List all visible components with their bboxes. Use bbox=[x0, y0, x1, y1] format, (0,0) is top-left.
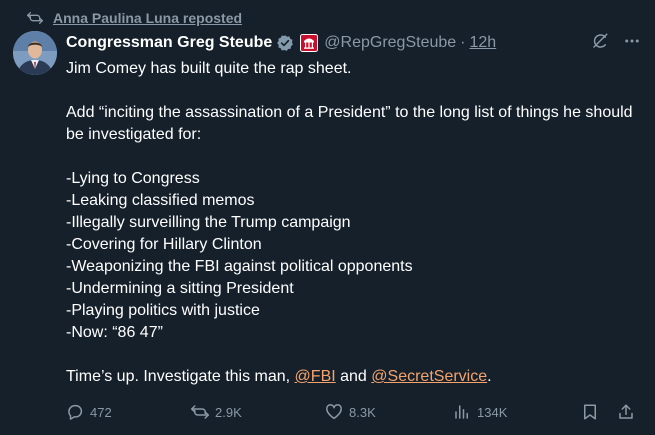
tweet-header: Congressman Greg Steube @RepGregSteube ·… bbox=[66, 32, 641, 54]
author-handle[interactable]: @RepGregSteube bbox=[324, 34, 456, 52]
repost-count: 2.9K bbox=[215, 404, 242, 420]
tweet-list-item: -Undermining a sitting President bbox=[66, 280, 294, 297]
tweet-list-item: -Illegally surveilling the Trump campaig… bbox=[66, 214, 351, 231]
bookmark-icon bbox=[581, 403, 599, 421]
author-display-name[interactable]: Congressman Greg Steube bbox=[66, 34, 272, 52]
repost-text[interactable]: Anna Paulina Luna reposted bbox=[53, 10, 242, 26]
closing-text: . bbox=[487, 368, 492, 385]
verified-badge-icon[interactable] bbox=[276, 34, 294, 52]
views-count: 134K bbox=[477, 404, 508, 420]
affiliation-badge-icon[interactable] bbox=[300, 34, 319, 52]
tweet-list-item: -Playing politics with justice bbox=[66, 302, 260, 319]
tweet-line-intro: Jim Comey has built quite the rap sheet. bbox=[66, 60, 352, 77]
tweet-line-closing: Time’s up. Investigate this man, @FBI an… bbox=[66, 366, 641, 388]
tweet-list-item: -Weaponizing the FBI against political o… bbox=[66, 258, 413, 275]
repost-button[interactable]: 2.9K bbox=[191, 401, 242, 423]
reply-count: 472 bbox=[90, 404, 112, 420]
tweet-text: Jim Comey has built quite the rap sheet.… bbox=[66, 58, 641, 388]
tweet-spacer bbox=[66, 146, 641, 168]
header-separator: · bbox=[460, 34, 466, 51]
tweet-spacer bbox=[66, 344, 641, 366]
header-actions bbox=[591, 32, 641, 54]
share-icon bbox=[617, 403, 635, 421]
like-count: 8.3K bbox=[349, 404, 376, 420]
repost-icon bbox=[27, 11, 43, 25]
mention-secret-service[interactable]: @SecretService bbox=[371, 368, 487, 385]
views-button[interactable]: 134K bbox=[453, 401, 507, 423]
repost-icon bbox=[191, 404, 209, 420]
tweet-spacer bbox=[66, 80, 641, 102]
tweet-list-item: -Lying to Congress bbox=[66, 170, 200, 187]
tweet-line-add: Add “inciting the assassination of a Pre… bbox=[66, 104, 633, 143]
heart-icon bbox=[325, 403, 343, 421]
share-button[interactable] bbox=[617, 401, 635, 423]
more-options-icon[interactable] bbox=[623, 32, 641, 55]
bookmark-button[interactable] bbox=[581, 401, 599, 423]
reply-button[interactable]: 472 bbox=[66, 401, 112, 423]
mention-fbi[interactable]: @FBI bbox=[295, 368, 336, 385]
tweet-timestamp[interactable]: 12h bbox=[469, 34, 496, 52]
reply-icon bbox=[66, 403, 84, 421]
tweet-action-bar: 472 2.9K 8.3K 134K bbox=[66, 401, 639, 423]
like-button[interactable]: 8.3K bbox=[325, 401, 376, 423]
closing-text: and bbox=[335, 368, 372, 385]
grok-icon[interactable] bbox=[591, 32, 609, 55]
avatar[interactable] bbox=[13, 31, 57, 75]
tweet-list-item: -Now: “86 47” bbox=[66, 324, 163, 341]
views-icon bbox=[453, 403, 471, 421]
repost-header[interactable]: Anna Paulina Luna reposted bbox=[27, 8, 242, 28]
tweet-list-item: -Covering for Hillary Clinton bbox=[66, 236, 262, 253]
closing-text: Time’s up. Investigate this man, bbox=[66, 368, 295, 385]
tweet-list-item: -Leaking classified memos bbox=[66, 192, 255, 209]
